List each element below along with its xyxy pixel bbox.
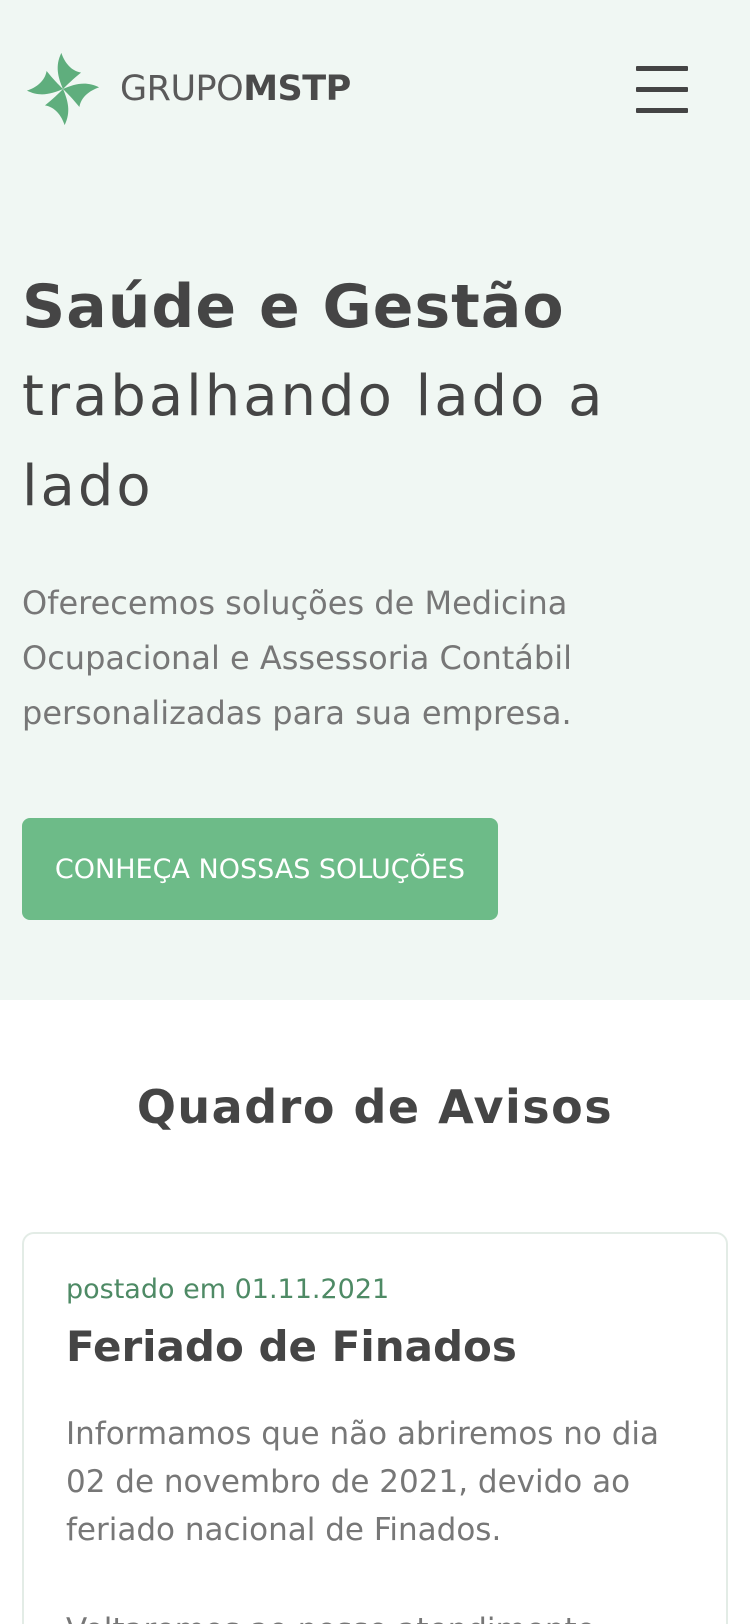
site-header: GRUPOMSTP: [0, 0, 750, 190]
brand-wordmark: GRUPOMSTP: [120, 69, 351, 109]
notice-body: Informamos que não abriremos no dia 02 d…: [66, 1416, 660, 1548]
page: GRUPOMSTP Saúde e Gestão trabalhando lad…: [0, 0, 750, 1624]
notice-date: postado em 01.11.2021: [66, 1274, 390, 1305]
notice-card: postado em 01.11.2021 Feriado de Finados…: [22, 1232, 728, 1624]
brand-logo-link[interactable]: GRUPOMSTP: [22, 48, 351, 130]
hamburger-menu-button[interactable]: [634, 64, 688, 113]
brand-name-light: GRUPO: [120, 69, 244, 109]
notice-body-continued: Voltaremos ao nosso atendimento: [66, 1606, 666, 1624]
hamburger-menu-icon: [636, 87, 688, 92]
hero-section: GRUPOMSTP Saúde e Gestão trabalhando lad…: [0, 0, 750, 1000]
hamburger-menu-icon: [636, 108, 688, 113]
hero-title-light: trabalhando lado a lado: [22, 364, 606, 519]
solutions-cta-button[interactable]: CONHEÇA NOSSAS SOLUÇÕES: [22, 818, 498, 920]
notices-section-title: Quadro de Avisos: [136, 1080, 614, 1134]
hero-title-bold: Saúde e Gestão: [22, 272, 565, 342]
brand-name-bold: MSTP: [243, 69, 351, 109]
hero-headline: Saúde e Gestão trabalhando lado a lado: [22, 262, 722, 532]
notice-title[interactable]: Feriado de Finados: [66, 1322, 517, 1371]
pinwheel-logo-icon: [26, 52, 100, 126]
hero-lead-text: Oferecemos soluções de Medicina Ocupacio…: [22, 584, 572, 732]
hamburger-menu-icon: [636, 66, 688, 71]
